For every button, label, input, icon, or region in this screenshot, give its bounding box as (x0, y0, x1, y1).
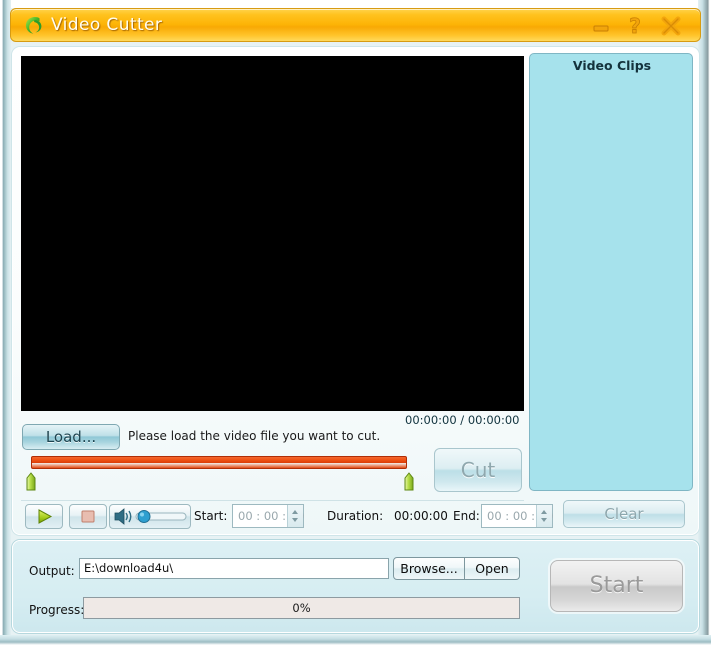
window-frame-right (698, 0, 711, 645)
app-logo-icon (21, 14, 45, 38)
start-button[interactable]: Start (550, 560, 683, 612)
title-bar[interactable]: Video Cutter ? (10, 8, 701, 42)
start-time-arrows[interactable] (287, 505, 303, 527)
video-preview-surface[interactable] (21, 56, 524, 411)
clear-button[interactable]: Clear (563, 500, 685, 528)
status-text: Please load the video file you want to c… (128, 429, 381, 443)
trim-range-bar[interactable] (31, 456, 407, 469)
window-frame-bottom (0, 635, 711, 645)
start-label: Start: (194, 509, 228, 523)
end-time-stepper[interactable]: 00 : 00 : 00 (481, 504, 553, 528)
start-time-stepper[interactable]: 00 : 00 : 00 (232, 504, 304, 528)
transport-divider (21, 500, 524, 501)
close-icon[interactable] (658, 13, 684, 39)
trim-start-handle[interactable] (25, 472, 37, 492)
open-button[interactable]: Open (465, 557, 520, 580)
output-path-input[interactable]: E:\download4u\ (79, 558, 389, 579)
progress-label: Progress: (29, 603, 85, 617)
editor-panel: 00:00:00 / 00:00:00 Load... Please load … (12, 47, 699, 535)
window-frame-left (0, 0, 11, 645)
time-readout: 00:00:00 / 00:00:00 (405, 413, 520, 427)
cut-button[interactable]: Cut (434, 448, 522, 492)
progress-bar: 0% (83, 597, 520, 619)
end-label: End: (453, 509, 480, 523)
video-clips-panel[interactable]: Video Clips (529, 53, 693, 491)
volume-slider[interactable] (109, 504, 191, 529)
play-icon[interactable] (25, 504, 63, 529)
window-title: Video Cutter (51, 15, 163, 35)
progress-percent: 0% (292, 601, 311, 615)
video-clips-title: Video Clips (572, 58, 652, 73)
help-icon[interactable]: ? (622, 13, 648, 39)
window-frame-top (0, 0, 711, 8)
application-window: Video Cutter ? 00:00:00 / 00:00:00 Load.… (0, 0, 711, 645)
duration-label: Duration: (327, 509, 384, 523)
load-button[interactable]: Load... (22, 424, 120, 450)
output-label: Output: (29, 564, 75, 578)
browse-button[interactable]: Browse... (393, 557, 465, 580)
trim-timeline[interactable] (22, 456, 415, 494)
minimize-icon[interactable] (588, 13, 614, 39)
trim-end-handle[interactable] (403, 472, 415, 492)
svg-text:?: ? (629, 14, 641, 38)
stop-icon[interactable] (69, 504, 107, 529)
end-time-arrows[interactable] (536, 505, 552, 527)
duration-value: 00:00:00 (394, 509, 448, 523)
